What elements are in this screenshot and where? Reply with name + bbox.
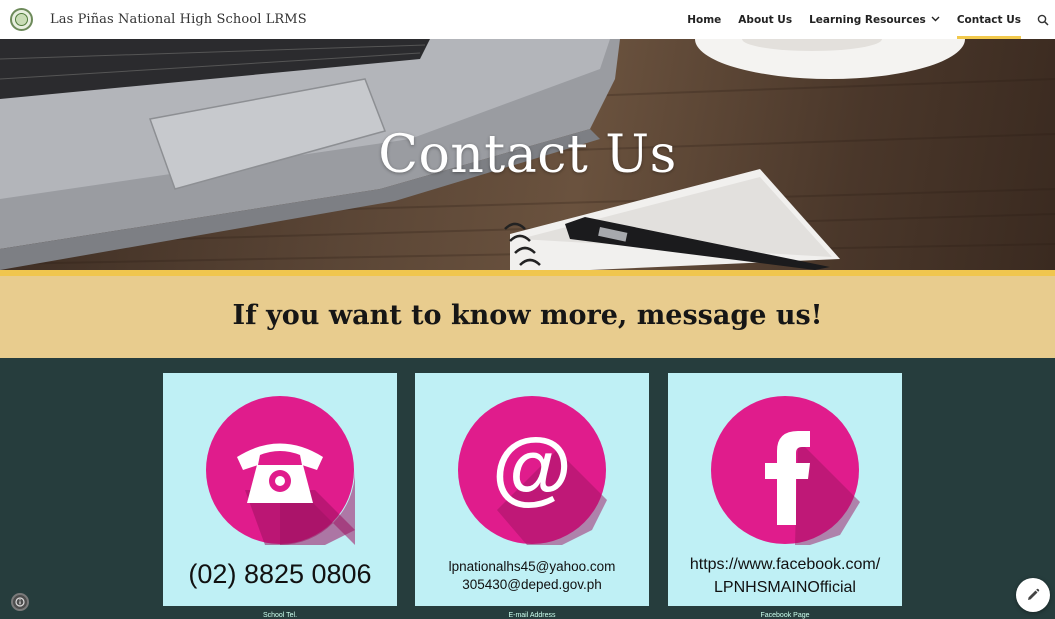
contact-card-facebook[interactable]: https://www.facebook.com/ LPNHSMAINOffic… <box>668 373 902 606</box>
nav-item-home[interactable]: Home <box>687 0 721 39</box>
contact-card-phone[interactable]: (02) 8825 0806 <box>163 373 397 606</box>
facebook-url-line-2[interactable]: LPNHSMAINOfficial <box>668 578 902 598</box>
nav-item-about-us[interactable]: About Us <box>738 0 792 39</box>
page-title: Contact Us <box>378 125 677 185</box>
banner-heading: If you want to know more, message us! <box>232 300 823 331</box>
nav-item-contact-us[interactable]: Contact Us <box>956 0 1022 39</box>
top-navigation-bar: Las Piñas National High School LRMS Home… <box>0 0 1055 39</box>
facebook-url-line-1[interactable]: https://www.facebook.com/ <box>668 555 902 575</box>
main-nav: Home About Us Learning Resources Contact… <box>670 0 1055 39</box>
contact-email-line-2[interactable]: 305430@deped.gov.ph <box>415 576 649 594</box>
chevron-down-icon[interactable] <box>931 15 940 25</box>
contact-email-line-1[interactable]: lpnationalhs45@yahoo.com <box>415 558 649 576</box>
facebook-icon <box>711 396 860 545</box>
hero-banner-image: Contact Us <box>0 39 1055 270</box>
pencil-icon[interactable] <box>1016 578 1050 612</box>
contact-card-email[interactable]: @ lpnationalhs45@yahoo.com 305430@deped.… <box>415 373 649 606</box>
telephone-icon <box>206 396 355 545</box>
card-caption-phone: School Tel. <box>262 612 298 619</box>
contact-phone-number: (02) 8825 0806 <box>188 559 372 589</box>
site-title[interactable]: Las Piñas National High School LRMS <box>50 12 307 27</box>
at-sign-icon: @ <box>458 396 607 545</box>
svg-text:@: @ <box>492 422 572 513</box>
contact-cards-section: (02) 8825 0806 @ lpnationalhs45@yahoo.co… <box>0 358 1055 619</box>
school-logo[interactable] <box>10 8 33 31</box>
card-caption-email: E-mail Address <box>508 612 556 619</box>
nav-item-label: Learning Resources <box>809 13 926 26</box>
search-icon[interactable] <box>1033 0 1053 39</box>
nav-item-learning-resources[interactable]: Learning Resources <box>809 0 940 39</box>
card-caption-facebook: Facebook Page <box>760 612 810 619</box>
info-icon[interactable] <box>11 593 29 611</box>
message-banner: If you want to know more, message us! <box>0 276 1055 358</box>
